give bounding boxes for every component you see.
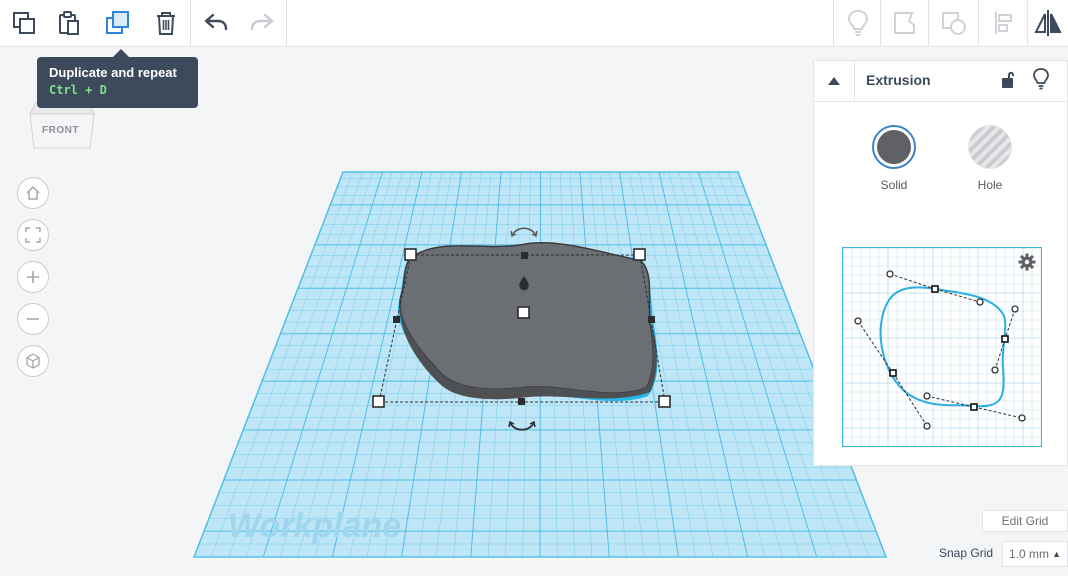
fit-view-button[interactable] bbox=[17, 219, 49, 251]
notes-button[interactable] bbox=[834, 0, 882, 46]
home-view-button[interactable] bbox=[17, 177, 49, 209]
tooltip-title: Duplicate and repeat bbox=[49, 65, 177, 80]
mirror-icon bbox=[1034, 10, 1062, 36]
perspective-icon bbox=[26, 353, 40, 369]
ungroup-icon bbox=[942, 12, 966, 35]
group-button[interactable] bbox=[881, 0, 929, 46]
snap-grid-value: 1.0 mm bbox=[1009, 547, 1050, 561]
lightbulb-icon bbox=[847, 9, 869, 36]
ungroup-button[interactable] bbox=[930, 0, 978, 46]
lightbulb-icon[interactable] bbox=[1032, 68, 1050, 90]
solid-swatch[interactable] bbox=[872, 125, 916, 169]
perspective-button[interactable] bbox=[17, 345, 49, 377]
hole-option[interactable]: Hole bbox=[960, 125, 1020, 192]
edit-grid-button[interactable]: Edit Grid bbox=[982, 510, 1068, 532]
duplicate-icon bbox=[106, 11, 129, 34]
copy-button[interactable] bbox=[0, 0, 48, 46]
fit-view-icon bbox=[25, 227, 41, 243]
panel-header: Extrusion bbox=[814, 61, 1067, 102]
duplicate-button[interactable] bbox=[94, 0, 142, 46]
align-button[interactable] bbox=[980, 0, 1028, 46]
toolbar bbox=[0, 0, 1068, 47]
zoom-out-icon bbox=[27, 318, 39, 320]
zoom-out-button[interactable] bbox=[17, 303, 49, 335]
copy-icon bbox=[13, 12, 35, 34]
snap-grid-label: Snap Grid bbox=[939, 546, 994, 560]
undo-button[interactable] bbox=[192, 0, 240, 46]
paste-icon bbox=[59, 11, 79, 35]
undo-icon bbox=[204, 13, 228, 31]
trash-icon bbox=[157, 12, 175, 35]
delete-button[interactable] bbox=[142, 0, 190, 46]
unlock-icon[interactable] bbox=[1000, 70, 1016, 90]
zoom-in-button[interactable] bbox=[17, 261, 49, 293]
redo-icon bbox=[250, 13, 274, 31]
group-icon bbox=[894, 12, 915, 34]
solid-option[interactable]: Solid bbox=[864, 125, 924, 192]
hole-label: Hole bbox=[977, 178, 1003, 192]
curve-editor-canvas[interactable] bbox=[843, 248, 1041, 446]
gear-icon[interactable] bbox=[1018, 253, 1036, 271]
zoom-in-icon bbox=[27, 271, 39, 283]
paste-button[interactable] bbox=[45, 0, 93, 46]
duplicate-tooltip: Duplicate and repeat Ctrl + D bbox=[37, 49, 198, 108]
snap-grid-select[interactable]: 1.0 mm ▲ bbox=[1002, 541, 1068, 567]
workplane-label: Workplane bbox=[228, 507, 401, 545]
tooltip-shortcut: Ctrl + D bbox=[49, 83, 107, 97]
caret-up-icon: ▲ bbox=[1052, 549, 1061, 559]
home-icon bbox=[26, 185, 40, 200]
solid-label: Solid bbox=[880, 178, 908, 192]
collapse-panel-button[interactable] bbox=[814, 61, 855, 101]
shape-inspector-panel: Extrusion Solid Hole bbox=[813, 60, 1068, 466]
align-icon bbox=[995, 12, 1012, 34]
hole-swatch[interactable] bbox=[968, 125, 1012, 169]
caret-up-icon bbox=[828, 77, 840, 85]
redo-button[interactable] bbox=[238, 0, 286, 46]
extrusion-curve-editor[interactable] bbox=[842, 247, 1042, 447]
mirror-button[interactable] bbox=[1028, 0, 1068, 46]
panel-title: Extrusion bbox=[866, 72, 931, 88]
viewcube-front-label: FRONT bbox=[42, 125, 79, 136]
extruded-shape[interactable] bbox=[398, 242, 658, 402]
